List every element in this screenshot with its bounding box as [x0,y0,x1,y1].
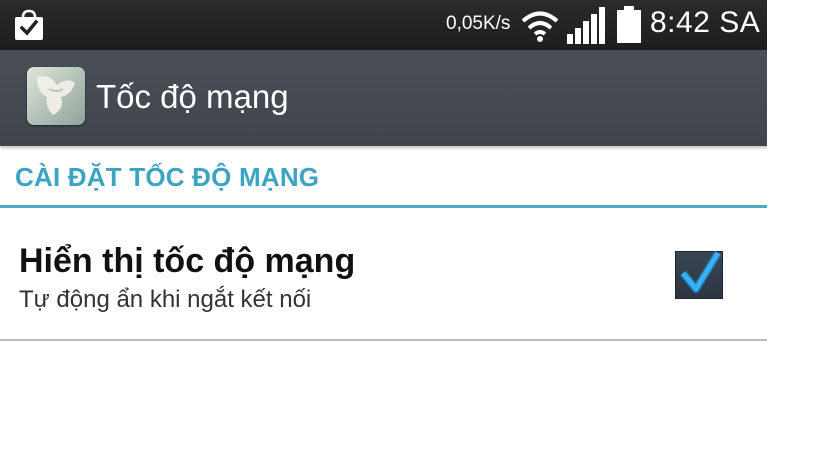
action-bar: Tốc độ mạng [0,50,767,146]
row-divider [0,339,767,341]
preference-category-header: CÀI ĐẶT TỐC ĐỘ MẠNG [15,162,320,192]
battery-icon [617,6,641,43]
app-icon-artwork [37,76,75,115]
network-speed-indicator: 0,05K/s [446,13,511,34]
setting-summary: Tự động ẩn khi ngắt kết nối [19,286,312,313]
background [767,0,819,460]
shopping-bag-check-icon [15,9,43,40]
app-icon[interactable] [27,67,85,125]
checkmark-icon [679,250,722,293]
settings-screen: 0,05K/s 8:42 SA Tốc độ mạng CÀI ĐẶT TỐC … [0,0,767,460]
setting-show-network-speed[interactable]: Hiển thị tốc độ mạng Tự động ẩn khi ngắt… [0,208,767,340]
show-speed-checkbox[interactable] [675,250,723,299]
signal-icon [567,7,605,44]
setting-title: Hiển thị tốc độ mạng [19,242,356,280]
status-bar: 0,05K/s 8:42 SA [0,0,767,50]
page-title: Tốc độ mạng [96,78,289,115]
clock: 8:42 SA [650,6,761,39]
wifi-icon [521,11,559,42]
